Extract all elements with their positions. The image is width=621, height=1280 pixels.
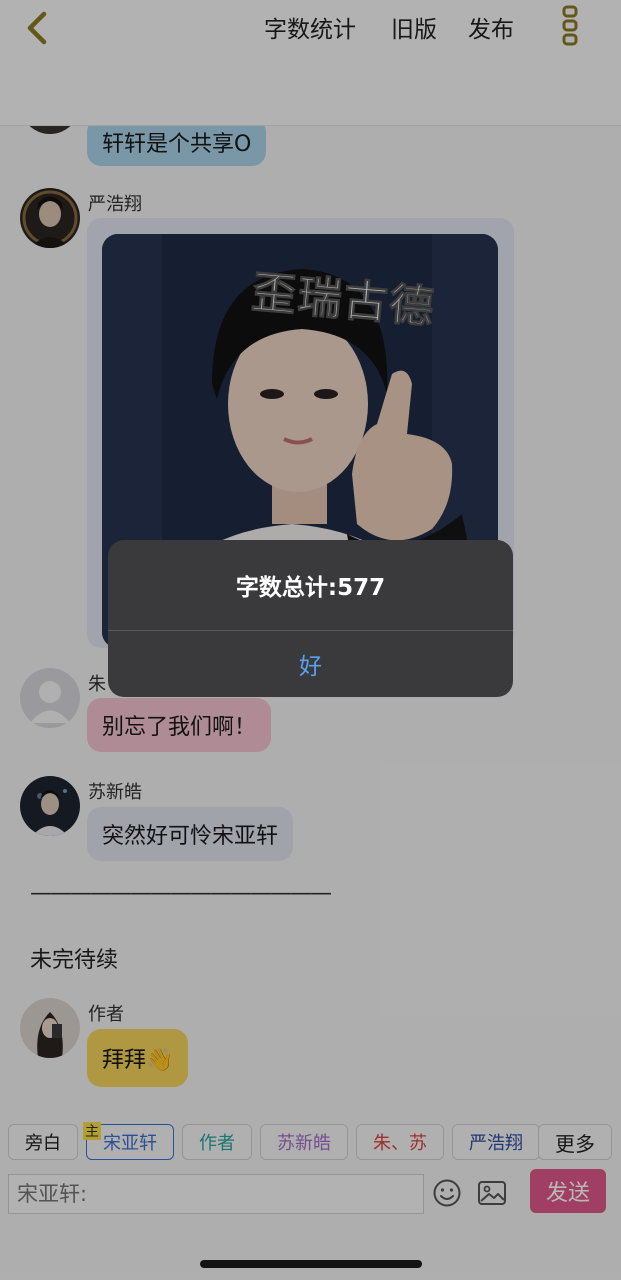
alert-title: 字数总计:577 (235, 575, 386, 601)
word-count-alert: 字数总计:577 好 (108, 540, 513, 697)
alert-ok-button[interactable]: 好 (108, 631, 513, 697)
